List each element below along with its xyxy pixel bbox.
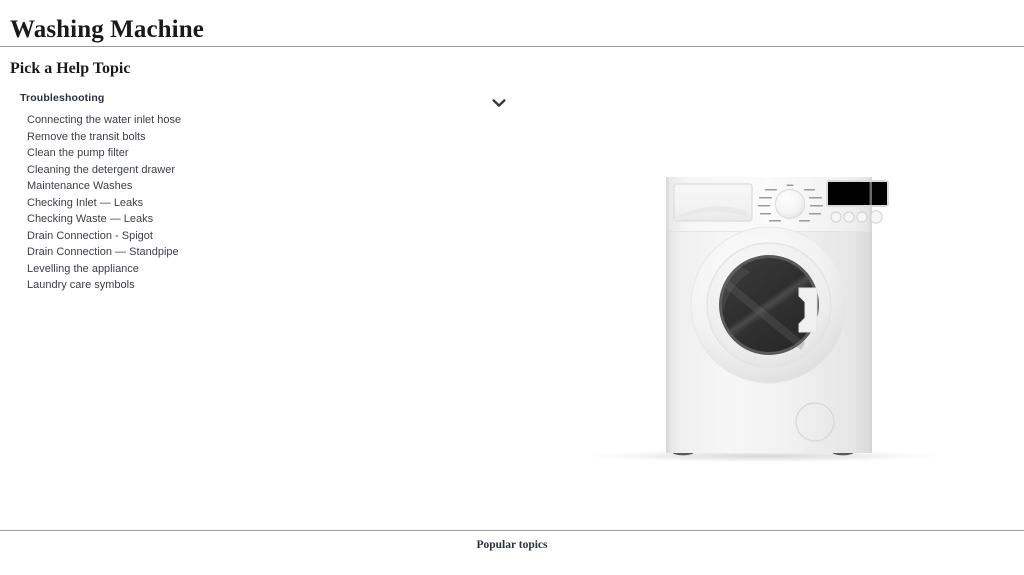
topic-list-item[interactable]: Levelling the appliance (0, 261, 181, 278)
topic-list-item[interactable]: Drain Connection - Spigot (0, 228, 181, 245)
topic-list-item[interactable]: Connecting the water inlet hose (0, 112, 181, 129)
display-panel (826, 180, 889, 207)
topic-list-item[interactable]: Maintenance Washes (0, 178, 181, 195)
footer-heading: Popular topics (476, 539, 548, 551)
machine-door (690, 226, 848, 384)
topic-list-item[interactable]: Checking Waste — Leaks (0, 211, 181, 228)
chevron-down-icon[interactable] (488, 92, 510, 114)
topic-list-item[interactable]: Laundry care symbols (0, 277, 181, 294)
topic-list-item[interactable]: Remove the transit bolts (0, 129, 181, 146)
page-header: Washing Machine (0, 0, 1024, 47)
washing-machine-illustration (543, 160, 983, 470)
detergent-drawer (673, 183, 753, 222)
topics-group-label: Troubleshooting (20, 92, 105, 104)
topic-list-item[interactable]: Drain Connection — Standpipe (0, 244, 181, 261)
control-button (856, 211, 868, 223)
page-title: Washing Machine (10, 16, 204, 43)
section-title: Pick a Help Topic (10, 60, 131, 77)
topic-list-item[interactable]: Cleaning the detergent drawer (0, 162, 181, 179)
control-button (830, 211, 842, 223)
topic-list-item[interactable]: Clean the pump filter (0, 145, 181, 162)
header-divider (0, 46, 1024, 47)
topic-list: Connecting the water inlet hose Remove t… (0, 112, 181, 294)
control-button (843, 211, 855, 223)
topic-list-item[interactable]: Checking Inlet — Leaks (0, 195, 181, 212)
footer-divider (0, 530, 1024, 531)
